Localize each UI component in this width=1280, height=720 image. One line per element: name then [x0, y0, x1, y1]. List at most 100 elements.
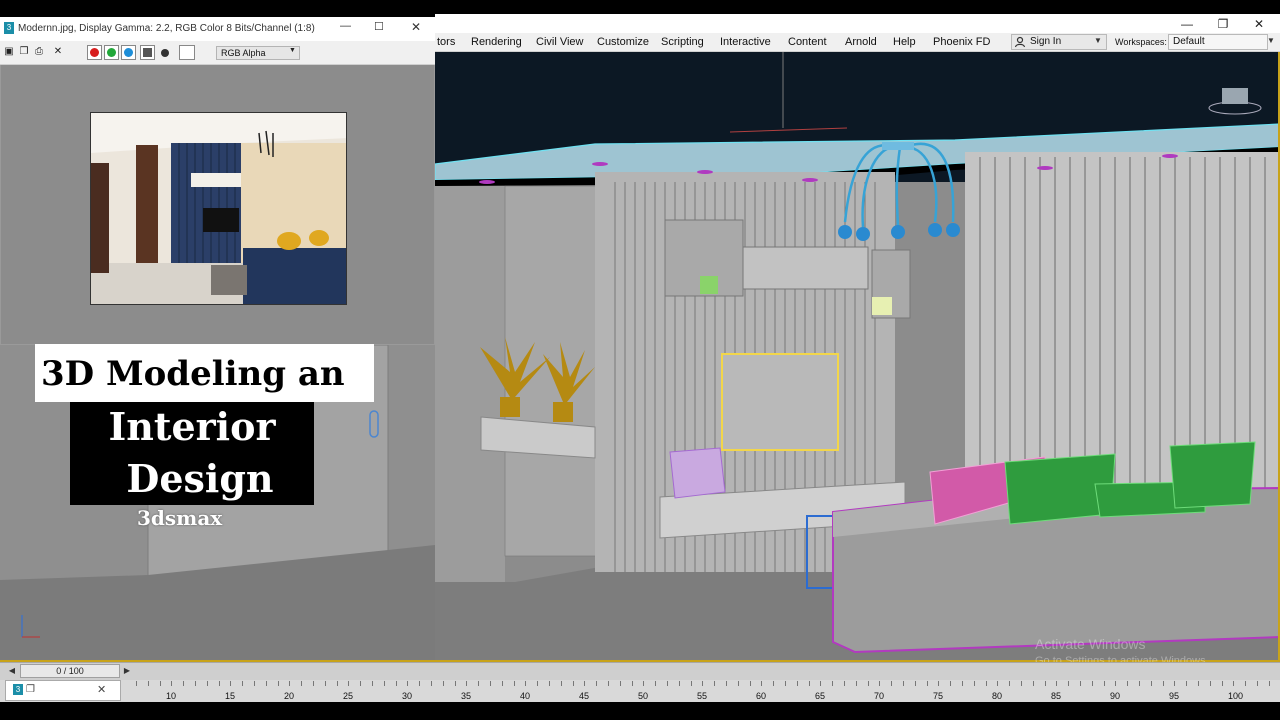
chevron-down-icon: ▼ [289, 47, 296, 54]
timeline-tick [278, 681, 279, 686]
timeline-tick [974, 681, 975, 686]
app-titlebar [435, 14, 1280, 34]
timeline-tick [325, 681, 326, 686]
red-channel-toggle[interactable] [87, 45, 102, 60]
swatch-color[interactable] [179, 45, 195, 60]
chevron-left-icon[interactable]: ◀ [5, 665, 19, 677]
timeline-tick [549, 681, 550, 686]
timeline-tick [396, 681, 397, 686]
chevron-down-icon: ▼ [1267, 36, 1275, 45]
bottom-strip [0, 702, 1280, 720]
perspective-viewport[interactable] [435, 52, 1280, 662]
timeline-tick [1198, 681, 1199, 686]
timeline-tick [195, 681, 196, 686]
chevron-right-icon[interactable]: ▶ [121, 665, 133, 677]
timeline-tick [927, 681, 928, 686]
workspace-select[interactable]: Default [1168, 34, 1268, 50]
blue-channel-toggle[interactable] [121, 45, 136, 60]
timeline-tick [679, 681, 680, 686]
red-dot-icon [90, 48, 99, 57]
menu-item-phoenix-fd[interactable]: Phoenix FD [933, 36, 990, 48]
timeline-tick [1045, 681, 1046, 686]
maximize-icon[interactable]: ☐ [374, 20, 384, 33]
timeline-tick-label: 85 [1051, 691, 1062, 701]
close-icon[interactable]: ✕ [411, 20, 421, 34]
timeline-tick [537, 681, 538, 686]
timeline-tick [502, 681, 503, 686]
reference-image [90, 112, 347, 305]
timeline-tick [1092, 681, 1093, 686]
restore-button[interactable]: ❐ [1206, 14, 1240, 34]
timeline-tick-label: 30 [402, 691, 413, 701]
restore-icon[interactable]: ❐ [26, 684, 35, 695]
video-title-line-3: Design [126, 456, 274, 501]
timeline-tick [443, 681, 444, 686]
timeline-tick [1233, 681, 1234, 686]
timeline-tick-label: 70 [874, 691, 885, 701]
time-slider[interactable]: 0 / 100 [20, 664, 120, 678]
minimize-icon[interactable]: — [340, 20, 351, 32]
channel-display-select[interactable]: RGB Alpha [216, 46, 300, 60]
timeline-tick [809, 681, 810, 686]
timeline-tick [596, 681, 597, 686]
timeline-tick [655, 681, 656, 686]
timeline-tick-label: 65 [815, 691, 826, 701]
timeline-tick [832, 681, 833, 686]
timeline-tick [1163, 681, 1164, 686]
timeline-tick [1056, 681, 1057, 686]
alpha-channel-toggle[interactable] [140, 45, 155, 60]
timeline-tick [1174, 681, 1175, 686]
menu-item-interactive[interactable]: Interactive [720, 36, 771, 48]
timeline-tick [1269, 681, 1270, 686]
timeline-tick [1104, 681, 1105, 686]
menu-item-help[interactable]: Help [893, 36, 916, 48]
save-icon[interactable]: ▣ [3, 46, 15, 58]
timeline-tick [844, 681, 845, 686]
timeline-tick [750, 681, 751, 686]
workspaces-label: Workspaces: [1115, 37, 1167, 47]
copy-icon[interactable]: ❐ [18, 46, 30, 58]
menu-item-customize[interactable]: Customize [597, 36, 649, 48]
timeline-tick [608, 681, 609, 686]
menu-item-tors[interactable]: tors [437, 36, 455, 48]
timeline-tick [761, 681, 762, 686]
timeline-tick [950, 681, 951, 686]
close-icon[interactable]: ✕ [97, 683, 106, 696]
activation-watermark-title: Activate Windows [1035, 636, 1146, 652]
menu-item-civil-view[interactable]: Civil View [536, 36, 583, 48]
timeline-tick [254, 681, 255, 686]
timeline-tick [1068, 681, 1069, 686]
frame-window-title: Modernn.jpg, Display Gamma: 2.2, RGB Col… [0, 17, 435, 41]
timeline-tick [997, 681, 998, 686]
minimize-button[interactable]: — [1170, 14, 1204, 34]
close-button[interactable]: ✕ [1242, 14, 1276, 34]
menu-item-content[interactable]: Content [788, 36, 827, 48]
timeline-tick [962, 681, 963, 686]
timeline-tick-label: 100 [1228, 691, 1244, 701]
timeline-tick [868, 681, 869, 686]
green-dot-icon [107, 48, 116, 57]
app-icon: 3 [4, 22, 14, 34]
menu-item-arnold[interactable]: Arnold [845, 36, 877, 48]
timeline-tick-label: 60 [756, 691, 767, 701]
timeline-tick-label: 95 [1169, 691, 1180, 701]
timeline-tick [643, 681, 644, 686]
timeline-tick [820, 681, 821, 686]
menu-item-rendering[interactable]: Rendering [471, 36, 522, 48]
timeline-tick [313, 681, 314, 686]
timeline-tick [1245, 681, 1246, 686]
print-icon[interactable]: ⎙ [33, 46, 45, 58]
clear-icon[interactable]: ✕ [52, 46, 64, 58]
timeline-tick-label: 45 [579, 691, 590, 701]
timeline-tick [856, 681, 857, 686]
alpha-icon [143, 48, 152, 57]
timeline-tick [1257, 681, 1258, 686]
green-channel-toggle[interactable] [104, 45, 119, 60]
top-strip [0, 0, 1280, 14]
timeline-tick [1115, 681, 1116, 686]
menu-item-scripting[interactable]: Scripting [661, 36, 704, 48]
mono-icon[interactable] [161, 49, 169, 57]
timeline-tick [738, 681, 739, 686]
timeline-tick [561, 681, 562, 686]
timeline-tick [466, 681, 467, 686]
